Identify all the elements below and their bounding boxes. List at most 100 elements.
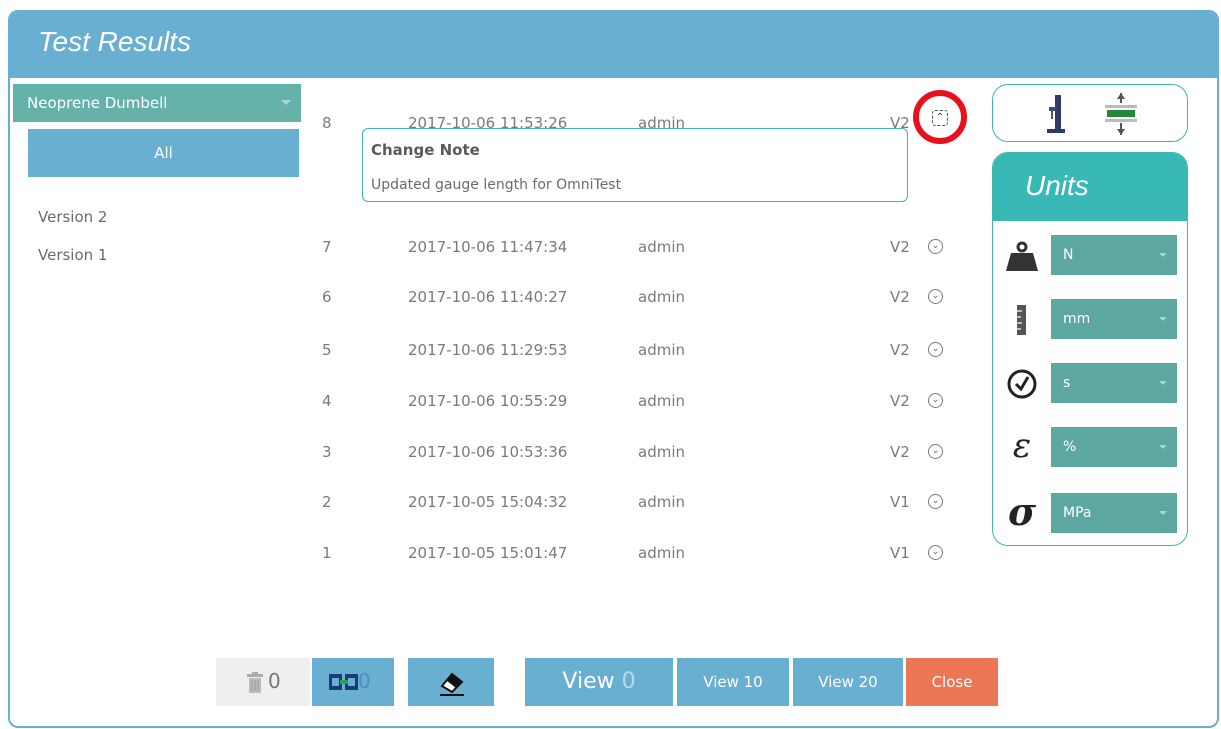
row-date: 2017-10-06 11:40:27: [408, 288, 568, 306]
chevron-down-icon: [1159, 445, 1167, 449]
delete-count: 0: [268, 669, 281, 693]
specimen-icon[interactable]: [1103, 93, 1139, 135]
expand-icon[interactable]: ⌄: [928, 239, 943, 254]
row-date: 2017-10-05 15:04:32: [408, 493, 568, 511]
row-version: V2: [890, 443, 910, 461]
row-date: 2017-10-06 10:53:36: [408, 443, 568, 461]
trash-icon: [247, 672, 263, 693]
view-label: View: [562, 669, 615, 694]
time-unit-value: s: [1063, 375, 1071, 391]
expand-icon[interactable]: ⌄: [928, 342, 943, 357]
expand-icon[interactable]: ⌄: [928, 393, 943, 408]
expand-icon[interactable]: ⌄: [928, 444, 943, 459]
strain-symbol-icon: ε: [1012, 426, 1032, 466]
test-stand-icon[interactable]: [1043, 93, 1067, 135]
units-header: Units: [993, 153, 1187, 221]
row-user: admin: [638, 392, 685, 410]
highlight-circle: [913, 90, 967, 144]
row-user: admin: [638, 443, 685, 461]
expand-icon[interactable]: ⌄: [928, 289, 943, 304]
result-row-3[interactable]: 3 2017-10-06 10:53:36 admin V2 ⌄: [320, 439, 960, 469]
strain-unit-row: ε %: [993, 426, 1187, 467]
row-number: 1: [322, 544, 332, 562]
force-unit-row: N: [993, 235, 1187, 275]
dataset-select[interactable]: Neoprene Dumbell: [13, 84, 301, 122]
close-button[interactable]: Close: [906, 658, 998, 706]
row-number: 6: [322, 288, 332, 306]
result-row-1[interactable]: 1 2017-10-05 15:01:47 admin V1 ⌄: [320, 540, 960, 570]
copy-count: 0: [358, 669, 371, 693]
copy-icon: [329, 674, 358, 690]
stress-symbol-icon: σ: [1007, 489, 1037, 534]
stress-unit-value: MPa: [1063, 505, 1092, 521]
row-version: V2: [890, 288, 910, 306]
dataset-select-value: Neoprene Dumbell: [27, 94, 168, 112]
test-tools-panel: [992, 84, 1188, 142]
copy-button[interactable]: 0: [312, 658, 394, 706]
force-unit-value: N: [1063, 247, 1074, 263]
time-unit-row: s: [993, 363, 1187, 403]
view-button[interactable]: View 0: [525, 658, 673, 706]
window-title: Test Results: [38, 26, 192, 57]
row-version: V1: [890, 493, 910, 511]
eraser-icon: [440, 672, 464, 696]
expand-icon[interactable]: ⌄: [928, 494, 943, 509]
length-unit-select[interactable]: mm: [1051, 299, 1177, 339]
row-number: 5: [322, 341, 332, 359]
delete-button[interactable]: 0: [216, 658, 310, 706]
result-row-2[interactable]: 2 2017-10-05 15:04:32 admin V1 ⌄: [320, 489, 960, 519]
row-date: 2017-10-06 11:47:34: [408, 238, 568, 256]
expand-icon[interactable]: ⌄: [928, 545, 943, 560]
title-bar: Test Results: [10, 12, 1217, 78]
row-number: 7: [322, 238, 332, 256]
chevron-down-icon: [1159, 381, 1167, 385]
result-row-6[interactable]: 6 2017-10-06 11:40:27 admin V2 ⌄: [320, 284, 960, 314]
row-user: admin: [638, 341, 685, 359]
weight-icon: [1006, 241, 1038, 271]
units-panel: Units N mm s ε % σ MPa: [992, 152, 1188, 546]
row-version: V2: [890, 341, 910, 359]
ruler-icon: [1017, 305, 1026, 335]
row-user: admin: [638, 288, 685, 306]
chevron-down-icon: [1159, 253, 1167, 257]
length-unit-value: mm: [1063, 311, 1091, 327]
all-versions-button[interactable]: All: [28, 129, 299, 177]
row-number: 3: [322, 443, 332, 461]
change-note-text: Updated gauge length for OmniTest: [371, 177, 622, 193]
chevron-down-icon: [1159, 317, 1167, 321]
row-user: admin: [638, 493, 685, 511]
stress-unit-select[interactable]: MPa: [1051, 493, 1177, 533]
row-user: admin: [638, 544, 685, 562]
version-item-1[interactable]: Version 1: [38, 246, 107, 264]
row-version: V1: [890, 544, 910, 562]
units-title: Units: [1025, 170, 1089, 201]
row-version: V2: [890, 392, 910, 410]
clear-selection-button[interactable]: [408, 658, 494, 706]
row-date: 2017-10-06 10:55:29: [408, 392, 568, 410]
row-number: 2: [322, 493, 332, 511]
view-20-button[interactable]: View 20: [793, 658, 903, 706]
time-unit-select[interactable]: s: [1051, 363, 1177, 403]
result-row-5[interactable]: 5 2017-10-06 11:29:53 admin V2 ⌄: [320, 337, 960, 367]
length-unit-row: mm: [993, 299, 1187, 339]
force-unit-select[interactable]: N: [1051, 235, 1177, 275]
clock-icon: [1007, 369, 1037, 399]
result-row-7[interactable]: 7 2017-10-06 11:47:34 admin V2 ⌄: [320, 234, 960, 264]
row-date: 2017-10-05 15:01:47: [408, 544, 568, 562]
view-10-button[interactable]: View 10: [677, 658, 789, 706]
row-number: 4: [322, 392, 332, 410]
strain-unit-select[interactable]: %: [1051, 427, 1177, 467]
view-count: 0: [621, 669, 636, 694]
strain-unit-value: %: [1063, 439, 1077, 455]
row-version: V2: [890, 238, 910, 256]
chevron-down-icon: [1159, 511, 1167, 515]
row-number: 8: [322, 114, 332, 132]
change-note-panel: Change Note Updated gauge length for Omn…: [362, 128, 908, 202]
version-item-2[interactable]: Version 2: [38, 208, 107, 226]
chevron-down-icon: [281, 100, 291, 105]
result-row-4[interactable]: 4 2017-10-06 10:55:29 admin V2 ⌄: [320, 388, 960, 418]
stress-unit-row: σ MPa: [993, 489, 1187, 534]
row-date: 2017-10-06 11:29:53: [408, 341, 568, 359]
row-user: admin: [638, 238, 685, 256]
change-note-heading: Change Note: [371, 141, 480, 159]
